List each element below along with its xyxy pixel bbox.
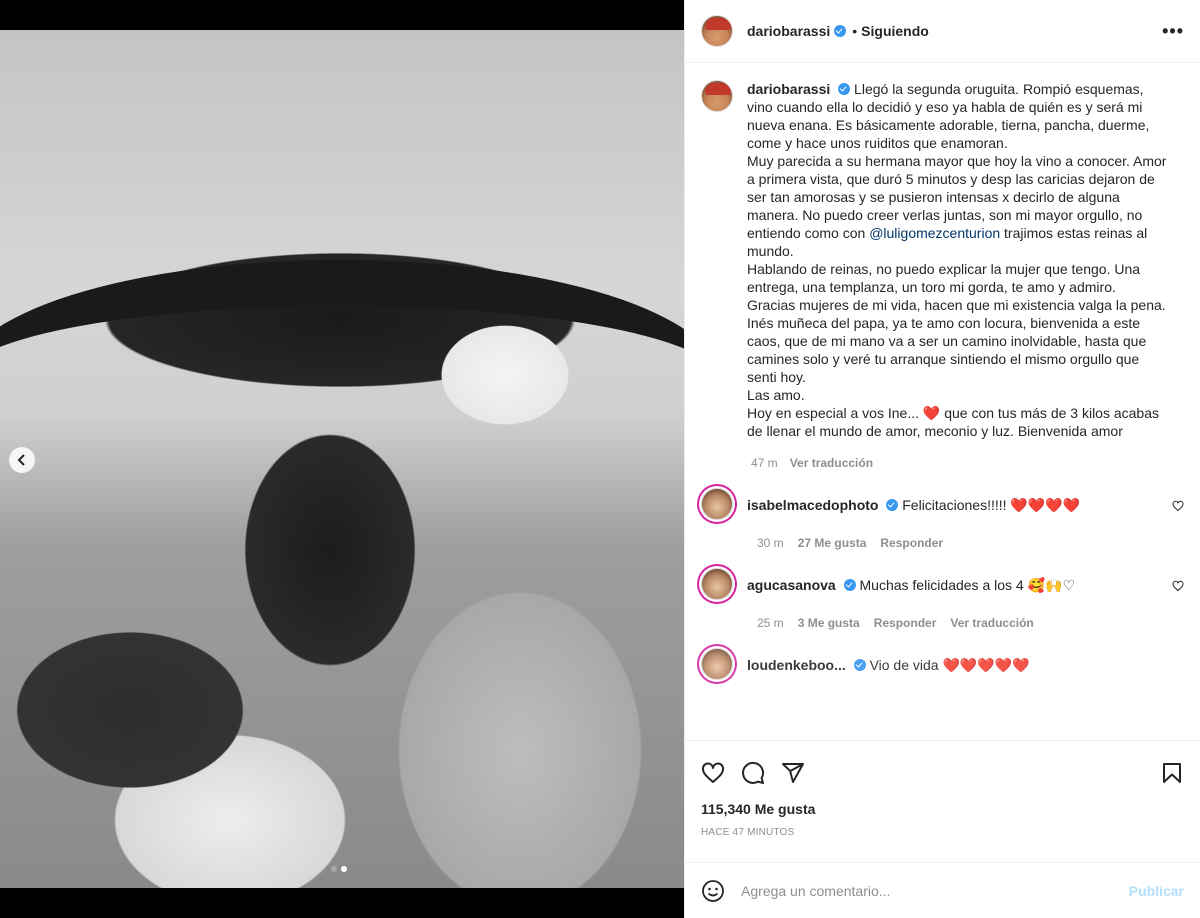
comment-translate-link[interactable]: Ver traducción: [950, 616, 1033, 630]
like-heart-icon[interactable]: [701, 761, 725, 785]
verified-badge-icon: [843, 579, 856, 591]
comment-likes[interactable]: 3 Me gusta: [798, 616, 860, 630]
verified-badge-icon: [886, 499, 899, 511]
comment-hearts: ❤️❤️❤️❤️❤️: [942, 657, 1030, 673]
more-options-icon[interactable]: •••: [1162, 21, 1184, 42]
carousel-previous-button[interactable]: [9, 447, 35, 473]
caption-author-avatar[interactable]: [701, 80, 733, 112]
photo-couch-shape: [0, 260, 684, 500]
carousel-dots: [331, 866, 347, 872]
comment-item: isabelmacedophoto Felicitaciones!!!!! ❤️…: [701, 488, 1184, 520]
post-header: dariobarassi • Siguiendo •••: [685, 0, 1200, 63]
carousel-dot: [331, 866, 337, 872]
commenter-username[interactable]: loudenkeboo...: [747, 657, 846, 673]
author-avatar[interactable]: [701, 15, 733, 47]
comment-input[interactable]: Agrega un comentario...: [741, 883, 1129, 899]
emoji-smiley-icon[interactable]: [701, 879, 725, 903]
comment-bubble-icon[interactable]: [741, 761, 765, 785]
comment-item: agucasanova Muchas felicidades a los 4 🥰…: [701, 568, 1184, 600]
save-bookmark-icon[interactable]: [1160, 761, 1184, 785]
commenter-avatar[interactable]: [701, 488, 733, 520]
comment-time: 25 m: [757, 616, 784, 630]
comment-like-heart-icon[interactable]: [1172, 500, 1184, 512]
header-separator: •: [852, 23, 858, 39]
comment-time: 30 m: [757, 536, 784, 550]
caption-username[interactable]: dariobarassi: [747, 81, 830, 97]
comment-meta: 25 m 3 Me gusta Responder Ver traducción: [757, 616, 1184, 630]
comment-meta: 30 m 27 Me gusta Responder: [757, 536, 1184, 550]
post-caption: dariobarassi Llegó la segunda oruguita. …: [701, 80, 1184, 440]
caption-translate-link[interactable]: Ver traducción: [790, 456, 873, 470]
verified-badge-icon: [853, 659, 866, 671]
likes-count[interactable]: 115,340 Me gusta: [701, 801, 1184, 817]
comment-item-partial: loudenkeboo... Vio de vida ❤️❤️❤️❤️❤️: [701, 648, 1184, 680]
verified-badge-icon: [834, 25, 847, 37]
commenter-avatar[interactable]: [701, 568, 733, 600]
caption-time: 47 m: [751, 456, 778, 470]
comment-like-heart-icon[interactable]: [1172, 580, 1184, 592]
commenter-username[interactable]: agucasanova: [747, 577, 836, 593]
post-media: [0, 0, 684, 918]
caption-meta: 47 m Ver traducción: [751, 456, 1184, 470]
comment-body: agucasanova Muchas felicidades a los 4 🥰…: [747, 568, 1137, 600]
comment-reply-button[interactable]: Responder: [874, 616, 937, 630]
comment-body: isabelmacedophoto Felicitaciones!!!!! ❤️…: [747, 488, 1137, 520]
caption-body: dariobarassi Llegó la segunda oruguita. …: [747, 80, 1167, 440]
post-timestamp: HACE 47 MINUTOS: [701, 827, 795, 838]
comment-text: Muchas felicidades a los 4 🥰🙌♡: [859, 577, 1076, 593]
caption-text: Llegó la segunda oruguita. Rompió esquem…: [747, 81, 1167, 241]
post-photo[interactable]: [0, 30, 684, 888]
comment-reply-button[interactable]: Responder: [880, 536, 943, 550]
share-paper-plane-icon[interactable]: [781, 761, 805, 785]
add-comment-bar: Agrega un comentario... Publicar: [685, 862, 1200, 918]
post-actions: 115,340 Me gusta HACE 47 MINUTOS: [685, 740, 1200, 860]
heart-emoji: ❤️: [922, 405, 941, 421]
verified-badge-icon: [838, 83, 851, 95]
comment-likes[interactable]: 27 Me gusta: [798, 536, 867, 550]
author-username[interactable]: dariobarassi: [747, 23, 830, 39]
comment-body: loudenkeboo... Vio de vida ❤️❤️❤️❤️❤️: [747, 648, 1137, 680]
caption-text-continued: trajimos estas reinas al mundo. Hablando…: [747, 225, 1166, 421]
post-details-panel: dariobarassi • Siguiendo ••• dariobarass…: [684, 0, 1200, 918]
following-button[interactable]: Siguiendo: [861, 23, 929, 39]
comment-text: Vio de vida: [869, 657, 943, 673]
comment-hearts: ❤️❤️❤️❤️: [1010, 497, 1081, 513]
carousel-dot-active: [341, 866, 347, 872]
comment-text: Felicitaciones!!!!!: [902, 497, 1011, 513]
chevron-left-icon: [17, 454, 25, 466]
publish-button[interactable]: Publicar: [1129, 883, 1184, 899]
action-icons: [701, 741, 1184, 805]
commenter-username[interactable]: isabelmacedophoto: [747, 497, 878, 513]
comments-section[interactable]: dariobarassi Llegó la segunda oruguita. …: [685, 64, 1200, 740]
commenter-avatar[interactable]: [701, 648, 733, 680]
caption-mention-link[interactable]: @luligomezcenturion: [869, 225, 1000, 241]
